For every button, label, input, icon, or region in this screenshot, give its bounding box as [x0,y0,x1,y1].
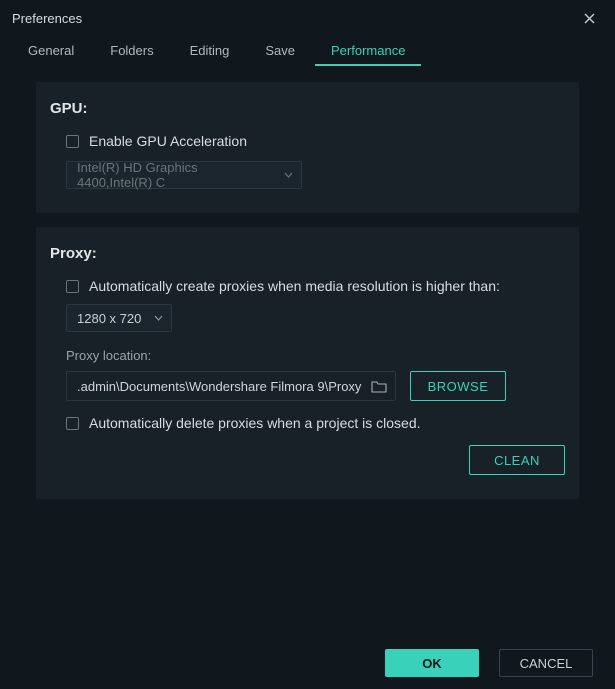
tab-general[interactable]: General [12,36,90,66]
proxy-location-row: .admin\Documents\Wondershare Filmora 9\P… [66,371,565,401]
proxy-resolution-selected: 1280 x 720 [77,311,141,326]
proxy-auto-create-label[interactable]: Automatically create proxies when media … [89,278,500,294]
proxy-heading: Proxy: [50,245,565,262]
footer: OK CANCEL [385,649,593,677]
gpu-panel: GPU: Enable GPU Acceleration Intel(R) HD… [36,82,579,213]
close-icon [584,13,595,24]
proxy-location-input[interactable]: .admin\Documents\Wondershare Filmora 9\P… [66,371,396,401]
tab-save[interactable]: Save [249,36,311,66]
chevron-down-icon [154,315,163,321]
gpu-enable-label[interactable]: Enable GPU Acceleration [89,133,247,149]
proxy-resolution-select[interactable]: 1280 x 720 [66,304,172,332]
tab-folders[interactable]: Folders [94,36,169,66]
content: GPU: Enable GPU Acceleration Intel(R) HD… [0,66,615,499]
proxy-location-path: .admin\Documents\Wondershare Filmora 9\P… [77,379,363,394]
browse-button[interactable]: BROWSE [410,371,506,401]
proxy-auto-create-row: Automatically create proxies when media … [50,278,565,294]
gpu-enable-row: Enable GPU Acceleration [50,133,565,149]
proxy-auto-create-checkbox[interactable] [66,280,79,293]
gpu-device-select[interactable]: Intel(R) HD Graphics 4400,Intel(R) C [66,161,302,189]
ok-button[interactable]: OK [385,649,479,677]
clean-row: CLEAN [50,445,565,475]
gpu-device-selected: Intel(R) HD Graphics 4400,Intel(R) C [77,160,274,190]
chevron-down-icon [284,172,293,178]
proxy-location-label: Proxy location: [66,348,565,363]
gpu-enable-checkbox[interactable] [66,135,79,148]
window-title: Preferences [12,11,82,26]
clean-button[interactable]: CLEAN [469,445,565,475]
gpu-heading: GPU: [50,100,565,117]
tabs: General Folders Editing Save Performance [0,36,615,66]
proxy-auto-delete-checkbox[interactable] [66,417,79,430]
proxy-auto-delete-label[interactable]: Automatically delete proxies when a proj… [89,415,421,431]
close-button[interactable] [575,4,603,32]
titlebar: Preferences [0,0,615,36]
cancel-button[interactable]: CANCEL [499,649,593,677]
tab-performance[interactable]: Performance [315,36,421,66]
tab-editing[interactable]: Editing [174,36,246,66]
proxy-panel: Proxy: Automatically create proxies when… [36,227,579,499]
proxy-auto-delete-row: Automatically delete proxies when a proj… [50,415,565,431]
folder-icon [371,380,387,393]
